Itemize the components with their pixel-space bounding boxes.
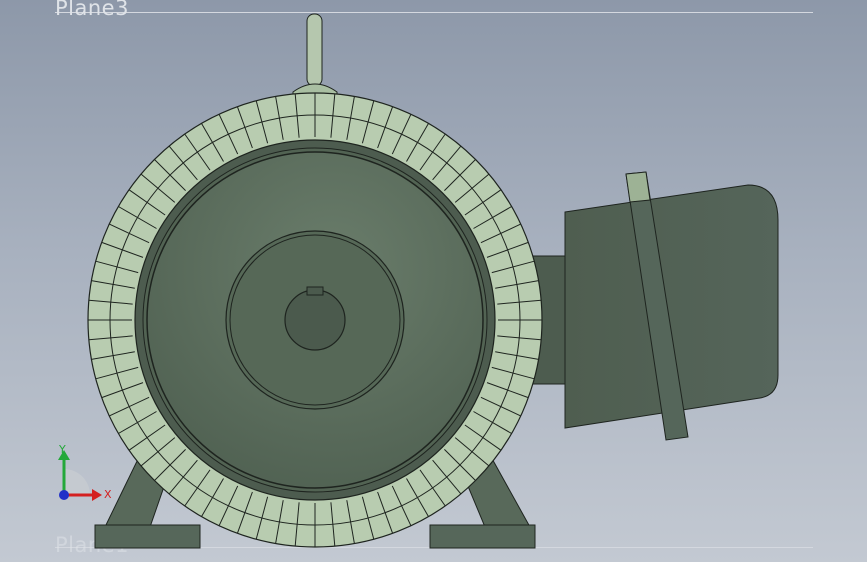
triad-x-label: X [104,488,112,501]
motor-model[interactable] [0,0,867,562]
z-axis [59,490,69,500]
view-orientation-triad[interactable]: Y X [50,440,120,510]
graphics-viewport[interactable]: Plane3 Plane1 Y X [0,0,867,562]
triad-y-label: Y [58,443,66,456]
triad-arc [64,469,90,495]
terminal-box [564,171,779,441]
